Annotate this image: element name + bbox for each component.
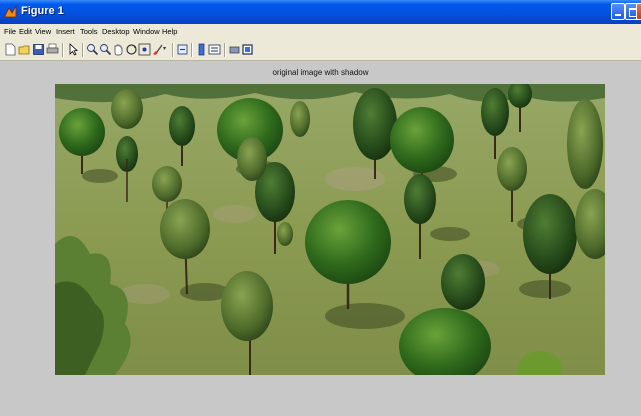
menu-view[interactable]: View [35,27,51,36]
new-figure-icon[interactable] [4,43,17,56]
print-icon[interactable] [46,43,59,56]
menu-file[interactable]: File [4,27,16,36]
window-titlebar[interactable]: Figure 1 [0,0,641,24]
toolbar-separator [224,43,225,57]
menu-edit[interactable]: Edit [19,27,32,36]
close-button[interactable] [636,3,641,20]
insert-colorbar-icon[interactable] [195,43,208,56]
menu-window[interactable]: Window [133,27,160,36]
data-cursor-icon[interactable] [138,43,151,56]
show-plot-tools-icon[interactable] [241,43,254,56]
zoom-out-icon[interactable] [99,43,112,56]
menu-insert[interactable]: Insert [56,27,75,36]
hide-plot-tools-icon[interactable] [228,43,241,56]
pan-hand-icon[interactable] [112,43,125,56]
toolbar-separator [82,43,83,57]
axes-title: original image with shadow [272,68,369,77]
edit-plot-arrow-icon[interactable] [67,43,80,56]
open-file-icon[interactable] [18,43,31,56]
insert-legend-icon[interactable] [208,43,221,56]
menu-help[interactable]: Help [162,27,177,36]
toolbar-separator [191,43,192,57]
menu-desktop[interactable]: Desktop [102,27,130,36]
save-icon[interactable] [32,43,45,56]
rotate-3d-icon[interactable] [125,43,138,56]
brush-dropdown-icon[interactable]: ▾ [163,45,169,58]
window-title: Figure 1 [21,5,64,17]
toolbar-separator [62,43,63,57]
minimize-icon [615,5,621,16]
tree-photo [55,84,605,375]
image-axes[interactable] [55,84,605,375]
minimize-button[interactable] [611,3,625,20]
link-plot-icon[interactable] [176,43,189,56]
figure-toolbar: ▾ [0,40,641,61]
menubar: File Edit View Insert Tools Desktop Wind… [0,24,641,40]
zoom-in-icon[interactable] [86,43,99,56]
toolbar-separator [172,43,173,57]
matlab-figure-icon [4,5,17,18]
menu-tools[interactable]: Tools [80,27,98,36]
